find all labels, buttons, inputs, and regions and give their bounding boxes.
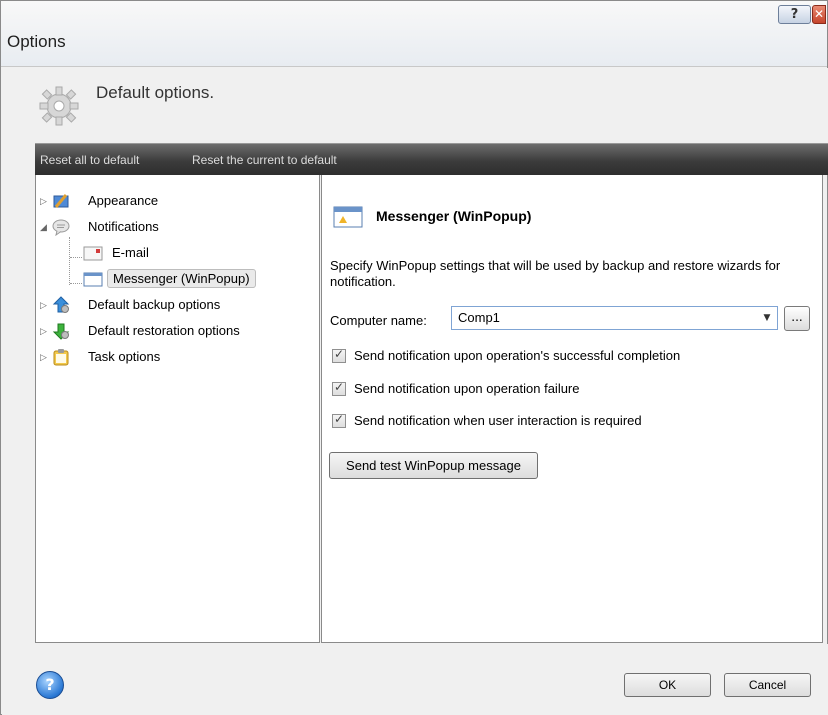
tree-item-email[interactable]: E-mail [83,243,283,265]
email-icon [83,246,103,261]
gear-icon [39,86,79,126]
title-bar: Options ? ✕ [1,1,827,67]
notifications-icon [52,219,70,236]
settings-panel [321,175,823,643]
window-title: Options [7,32,66,51]
options-dialog: Options ? ✕ Default options. Reset all t… [0,0,828,715]
toolbar: Reset all to default Reset the current t… [35,143,828,175]
backup-icon [52,296,70,313]
tree-item-default-backup[interactable]: ▷ Default backup options [40,295,300,317]
reset-current-link[interactable]: Reset the current to default [192,153,337,167]
expand-arrow-icon[interactable]: ▷ [40,196,50,207]
tree-item-notifications[interactable]: ◢ Notifications [40,217,300,239]
collapse-arrow-icon[interactable]: ◢ [40,222,50,233]
section-description: Specify WinPopup settings that will be u… [330,258,781,289]
help-title-button[interactable]: ? [778,5,811,24]
browse-button[interactable]: ... [784,306,810,331]
checkbox-icon[interactable] [332,412,346,428]
expand-arrow-icon[interactable]: ▷ [40,326,50,337]
header-area [2,68,828,143]
messenger-window-icon [333,206,363,228]
reset-all-link[interactable]: Reset all to default [40,153,139,167]
page-title: Default options. [96,83,215,102]
checkbox-icon[interactable] [332,347,346,363]
tree-item-default-restoration[interactable]: ▷ Default restoration options [40,321,300,343]
chevron-down-icon[interactable]: ▼ [757,307,777,329]
ok-button[interactable]: OK [624,673,711,697]
cancel-button[interactable]: Cancel [724,673,811,697]
restore-icon [52,323,70,340]
section-title: Messenger (WinPopup) [376,208,532,224]
checkbox-icon[interactable] [332,380,346,396]
expand-arrow-icon[interactable]: ▷ [40,352,50,363]
help-icon[interactable]: ? [36,671,64,699]
expand-arrow-icon[interactable]: ▷ [40,300,50,311]
messenger-icon [83,272,103,287]
tree-item-task-options[interactable]: ▷ Task options [40,347,300,369]
computer-name-label: Computer name: [330,313,427,328]
clipboard-icon [53,349,69,366]
tree-item-messenger[interactable]: Messenger (WinPopup) [83,269,283,291]
close-button[interactable]: ✕ [812,5,826,24]
appearance-icon [53,194,69,208]
send-test-button[interactable]: Send test WinPopup message [329,452,538,479]
tree-item-appearance[interactable]: ▷ Appearance [40,191,300,213]
computer-name-input[interactable]: Comp1 [451,306,778,330]
